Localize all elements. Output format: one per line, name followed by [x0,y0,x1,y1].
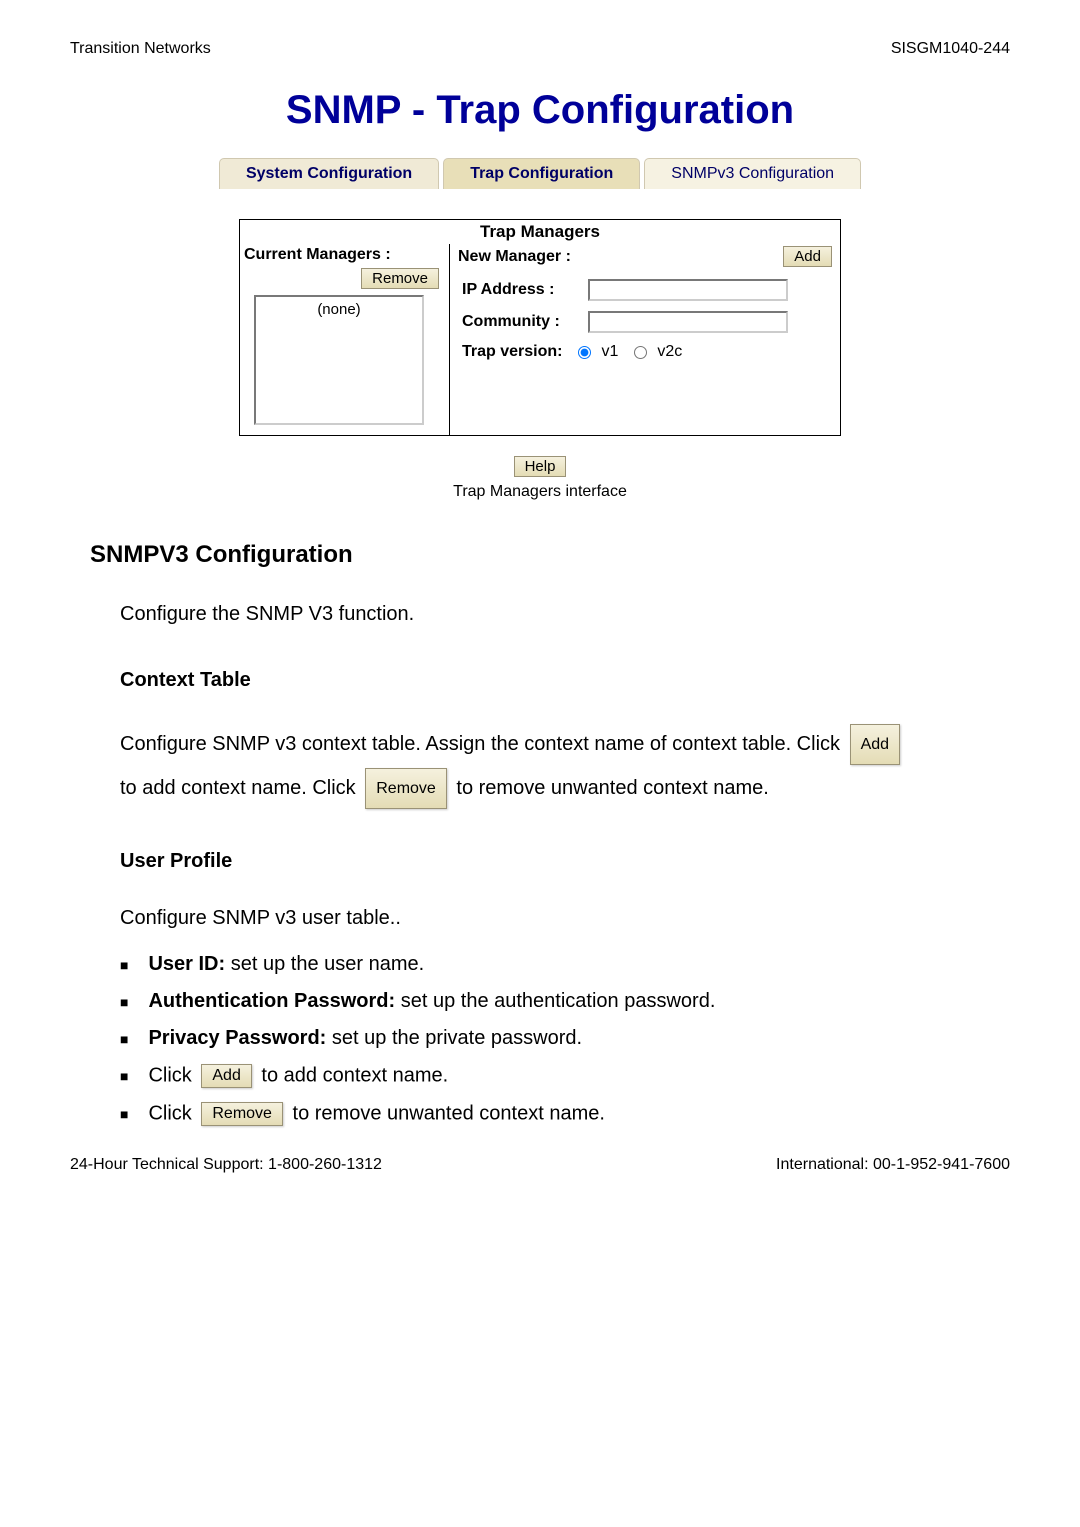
context-remove-button[interactable]: Remove [365,768,447,809]
trap-version-v2c-label: v2c [657,343,682,361]
current-managers-list[interactable]: (none) [254,295,424,425]
trap-version-v1-label: v1 [601,343,618,361]
bullet-rest-0: set up the user name. [225,953,424,975]
user-add-button[interactable]: Add [201,1064,251,1088]
context-text-3: to remove unwanted context name. [456,777,768,799]
tab-trap-configuration[interactable]: Trap Configuration [443,158,640,189]
panel-title: Trap Managers [240,220,840,244]
community-label: Community : [462,313,582,331]
click-remove-pre: Click [148,1102,191,1124]
bullet-bold-2: Privacy Password: [148,1027,326,1049]
user-profile-heading: User Profile [120,850,1010,873]
bullet-bold-0: User ID: [148,953,225,975]
context-table-heading: Context Table [120,669,1010,692]
document-header: Transition Networks SISGM1040-244 [70,40,1010,58]
list-item: Privacy Password: set up the private pas… [120,1027,1010,1050]
new-manager-label: New Manager : [458,248,571,266]
tab-snmpv3-configuration[interactable]: SNMPv3 Configuration [644,158,861,189]
current-managers-label: Current Managers : [244,246,391,264]
click-remove-post: to remove unwanted context name. [293,1102,605,1124]
snmpv3-config-heading: SNMPV3 Configuration [90,541,1010,569]
click-add-post: to add context name. [261,1064,448,1086]
trap-managers-panel: Trap Managers Current Managers : Remove … [239,219,841,436]
footer-right: International: 00-1-952-941-7600 [776,1156,1010,1174]
user-remove-button[interactable]: Remove [201,1102,283,1126]
trap-version-v2c-radio[interactable] [634,346,647,359]
help-button[interactable]: Help [514,456,567,477]
list-item: User ID: set up the user name. [120,953,1010,976]
tab-bar: System Configuration Trap Configuration … [70,158,1010,189]
community-input[interactable] [588,311,788,333]
snmpv3-intro: Configure the SNMP V3 function. [120,599,1010,629]
bullet-rest-2: set up the private password. [326,1027,582,1049]
context-add-button[interactable]: Add [850,724,900,765]
current-managers-column: Current Managers : Remove (none) [240,244,450,435]
list-item: Authentication Password: set up the auth… [120,990,1010,1013]
header-right: SISGM1040-244 [891,40,1010,58]
remove-button[interactable]: Remove [361,268,439,289]
bullet-rest-1: set up the authentication password. [395,990,715,1012]
page-title: SNMP - Trap Configuration [70,88,1010,133]
trap-version-label: Trap version: [462,343,562,361]
list-placeholder: (none) [317,301,360,318]
tab-system-configuration[interactable]: System Configuration [219,158,439,189]
trap-version-v1-radio[interactable] [578,346,591,359]
header-left: Transition Networks [70,40,211,58]
document-footer: 24-Hour Technical Support: 1-800-260-131… [70,1156,1010,1174]
list-item: Click Remove to remove unwanted context … [120,1102,1010,1126]
click-add-pre: Click [148,1064,191,1086]
bullet-bold-1: Authentication Password: [148,990,395,1012]
ip-address-input[interactable] [588,279,788,301]
add-button[interactable]: Add [783,246,832,267]
user-profile-list: User ID: set up the user name. Authentic… [120,953,1010,1126]
new-manager-column: New Manager : Add IP Address : Community… [450,244,840,435]
ip-address-label: IP Address : [462,281,582,299]
figure-caption: Trap Managers interface [70,483,1010,501]
context-table-paragraph: Configure SNMP v3 context table. Assign … [120,722,1010,810]
context-text-1: Configure SNMP v3 context table. Assign … [120,733,840,755]
context-text-2: to add context name. Click [120,777,356,799]
footer-left: 24-Hour Technical Support: 1-800-260-131… [70,1156,382,1174]
user-profile-intro: Configure SNMP v3 user table.. [120,903,1010,933]
list-item: Click Add to add context name. [120,1064,1010,1088]
